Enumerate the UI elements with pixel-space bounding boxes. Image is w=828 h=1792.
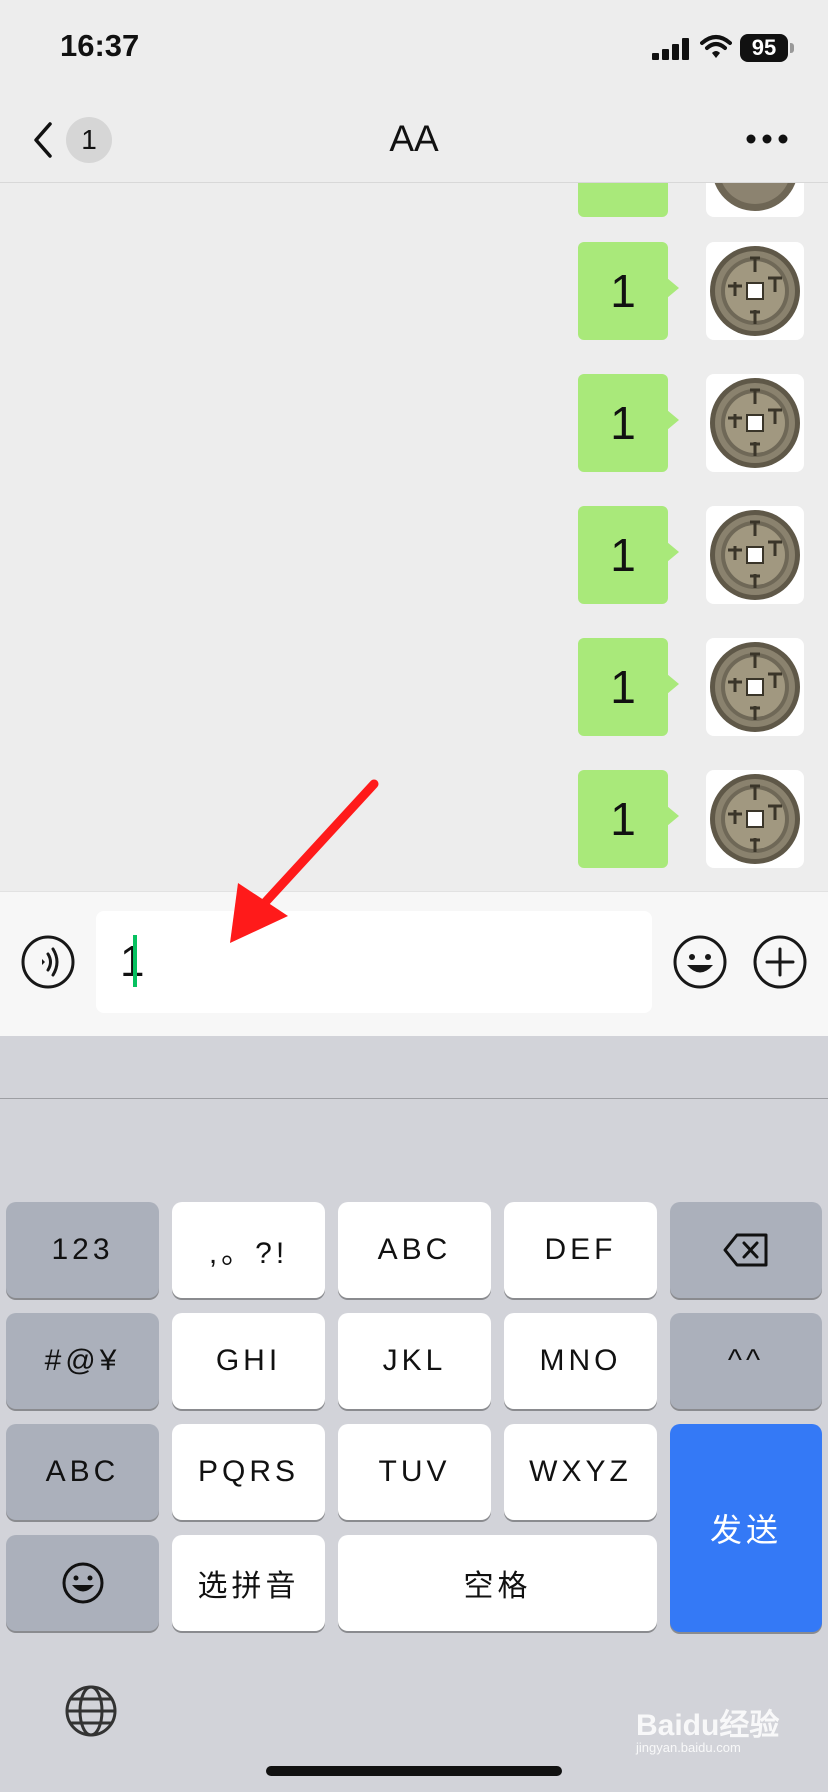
- emoji-key[interactable]: [6, 1535, 159, 1631]
- key-tuv[interactable]: TUV: [338, 1424, 491, 1520]
- bubble-tail: [667, 278, 679, 298]
- wifi-icon: [700, 35, 732, 58]
- key-123[interactable]: 123: [6, 1202, 159, 1298]
- key-jkl[interactable]: JKL: [338, 1313, 491, 1409]
- message-bubble[interactable]: 1: [578, 374, 668, 472]
- message-bubble[interactable]: [578, 183, 668, 217]
- battery-tip: [790, 43, 794, 53]
- keyboard: [0, 1036, 828, 1792]
- avatar[interactable]: [706, 638, 804, 736]
- signal-icon: [652, 38, 692, 60]
- key-wxyz[interactable]: WXYZ: [504, 1424, 657, 1520]
- message-bubble[interactable]: 1: [578, 770, 668, 868]
- bubble-tail: [667, 542, 679, 562]
- watermark-logo: Baidu经验: [636, 1709, 780, 1742]
- chat-title: AA: [389, 118, 439, 159]
- avatar[interactable]: [706, 506, 804, 604]
- message-row: 1: [578, 638, 804, 736]
- status-time: 16:37: [60, 28, 140, 63]
- message-row: 1: [578, 770, 804, 868]
- avatar[interactable]: [706, 242, 804, 340]
- plus-icon[interactable]: [752, 934, 808, 990]
- bubble-tail: [667, 410, 679, 430]
- message-bubble[interactable]: 1: [578, 506, 668, 604]
- key-abc[interactable]: ABC: [338, 1202, 491, 1298]
- home-indicator: [266, 1766, 562, 1776]
- key-ghi[interactable]: GHI: [172, 1313, 325, 1409]
- key-symbols[interactable]: #@¥: [6, 1313, 159, 1409]
- message-row: 1: [578, 506, 804, 604]
- globe-icon[interactable]: [64, 1684, 118, 1738]
- text-caret: [133, 935, 137, 987]
- send-button[interactable]: 发送: [670, 1424, 822, 1632]
- message-bubble[interactable]: 1: [578, 638, 668, 736]
- key-def[interactable]: DEF: [504, 1202, 657, 1298]
- message-row: 1: [578, 242, 804, 340]
- more-icon[interactable]: [744, 132, 790, 146]
- key-emoticon-face[interactable]: ^^: [670, 1313, 822, 1409]
- key-abc-mode[interactable]: ABC: [6, 1424, 159, 1520]
- candidate-bar-divider: [0, 1098, 828, 1099]
- message-bubble[interactable]: 1: [578, 242, 668, 340]
- emoji-icon: [62, 1562, 103, 1604]
- watermark-url: jingyan.baidu.com: [636, 1740, 741, 1755]
- bubble-tail: [667, 806, 679, 826]
- avatar[interactable]: [706, 183, 804, 217]
- message-row: 1: [578, 374, 804, 472]
- voice-icon[interactable]: [20, 934, 76, 990]
- chat-message-list[interactable]: 1 1 1 1 1: [0, 183, 828, 891]
- bubble-tail: [667, 674, 679, 694]
- emoji-icon[interactable]: [672, 934, 728, 990]
- key-mno[interactable]: MNO: [504, 1313, 657, 1409]
- key-pqrs[interactable]: PQRS: [172, 1424, 325, 1520]
- space-key[interactable]: 空格: [338, 1535, 657, 1631]
- annotation-arrow: [230, 779, 379, 943]
- key-select-pinyin[interactable]: 选拼音: [172, 1535, 325, 1631]
- delete-key[interactable]: [670, 1202, 822, 1298]
- battery-indicator: 95: [740, 34, 788, 62]
- message-row: [578, 183, 804, 217]
- delete-icon: [723, 1233, 768, 1267]
- avatar[interactable]: [706, 770, 804, 868]
- avatar[interactable]: [706, 374, 804, 472]
- key-punctuation[interactable]: ,。?!: [172, 1202, 325, 1298]
